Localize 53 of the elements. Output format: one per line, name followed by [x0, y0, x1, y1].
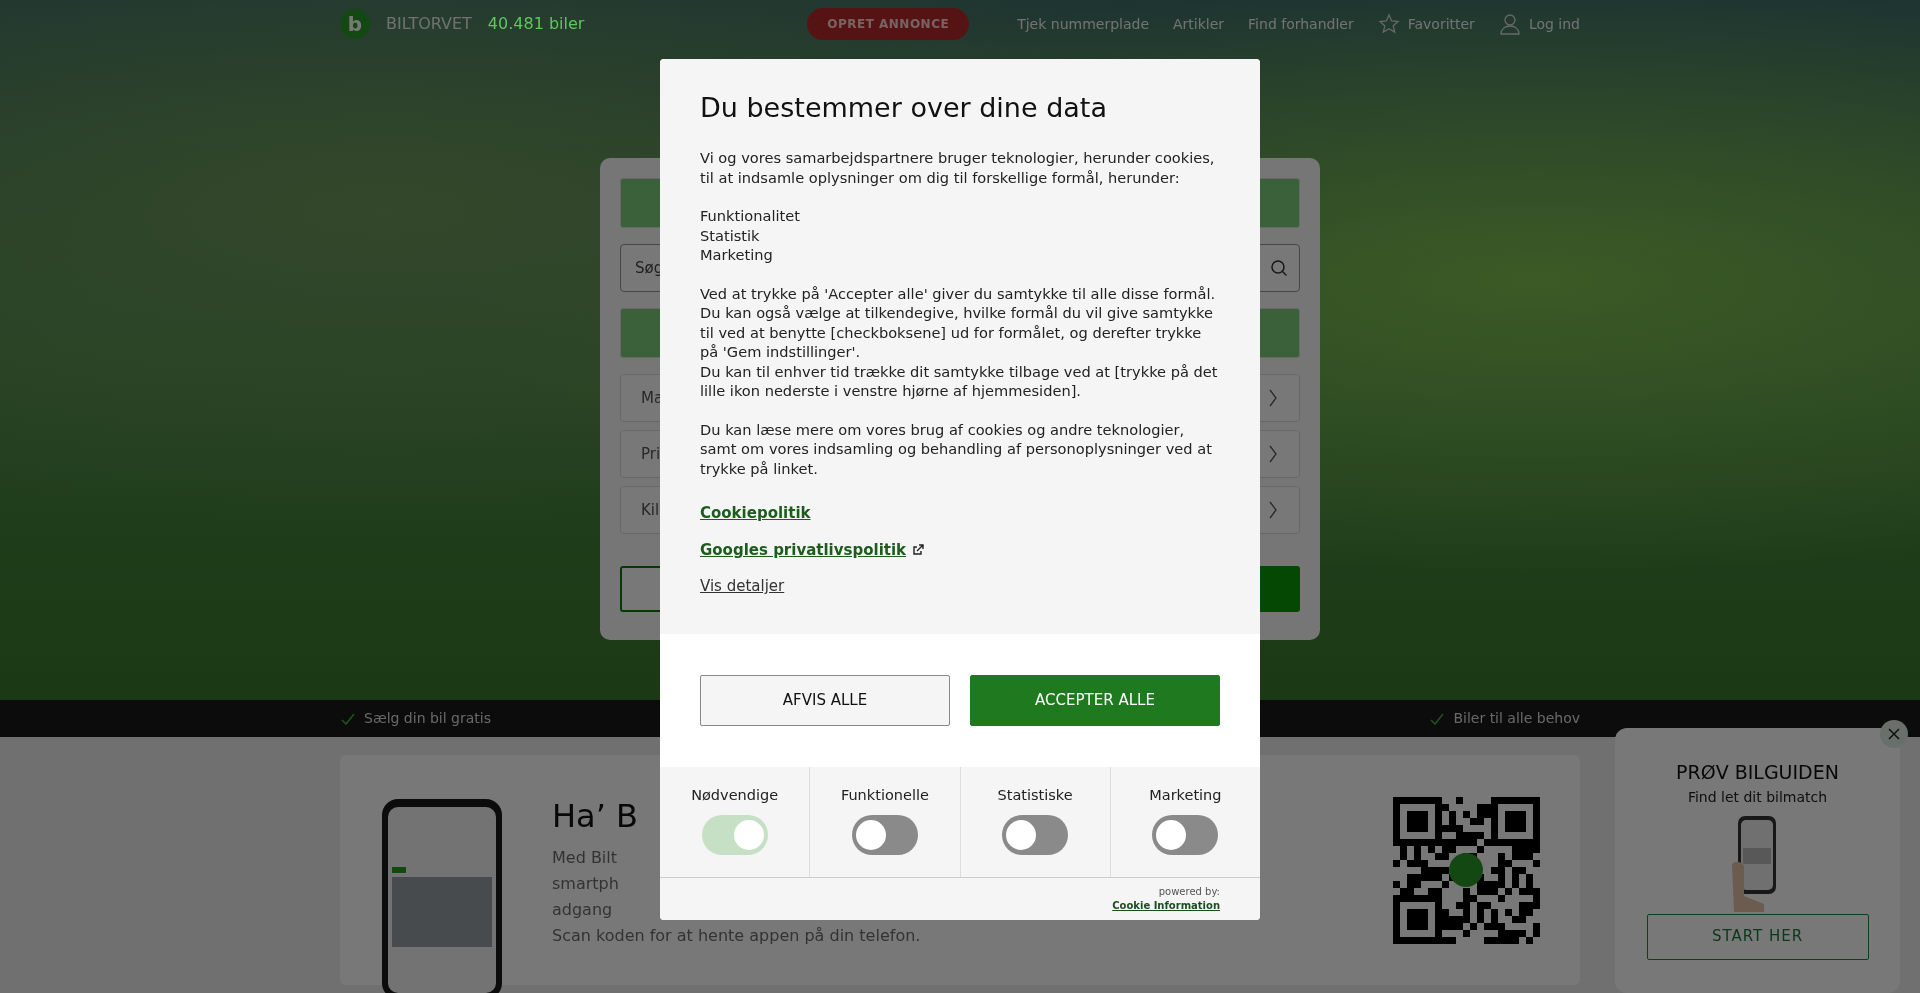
- chevron-icon: [1267, 500, 1279, 520]
- toggle-switch[interactable]: [851, 814, 918, 855]
- chevron-icon: [1267, 444, 1279, 464]
- user-icon: [1498, 13, 1521, 35]
- promo-text: smartph: [552, 873, 619, 896]
- create-listing-button[interactable]: OPRET ANNONCE: [807, 8, 970, 40]
- dialog-title: Du bestemmer over dine data: [700, 92, 1108, 125]
- dialog-text: Marketing: [700, 245, 774, 265]
- accept-all-button[interactable]: ACCEPTER ALLE: [970, 674, 1220, 726]
- start-button[interactable]: START HER: [1646, 913, 1869, 960]
- dialog-text: Ved at trykke på 'Accepter alle' giver du samtykke til alle disse formål. Du kan også vælge at tilkendegive, hvilke formål du vil give samtykke til ved at benytte [checkboksene] ud for formålet, og derefter trykke på 'Gem indstillinger'.: [700, 283, 1217, 362]
- search-icon: [1270, 259, 1288, 277]
- nav-link[interactable]: Favoritter: [1377, 13, 1475, 35]
- details-link[interactable]: Vis detaljer: [700, 575, 785, 598]
- provider-link[interactable]: Cookie Information: [1112, 899, 1220, 911]
- category-label: Marketing: [1148, 785, 1223, 805]
- check-icon: [1429, 711, 1446, 726]
- nav-link[interactable]: Find forhandler: [1248, 13, 1354, 35]
- promo-text: Med Bilt: [552, 847, 618, 870]
- toggle-switch[interactable]: [1002, 814, 1069, 855]
- usp-text: Sælg din bil gratis: [364, 709, 491, 728]
- promo-heading: Ha’ B: [552, 797, 638, 836]
- category-label: Funktionelle: [839, 785, 930, 805]
- close-icon: [1887, 727, 1901, 741]
- nav-link[interactable]: Log ind: [1498, 13, 1580, 35]
- dialog-text: Du kan læse mere om vores brug af cookies og andre teknologier, samt om vores indsamling og behandling af personoplysninger ved at trykke på linket.: [700, 419, 1213, 479]
- category-label: Statistiske: [996, 785, 1074, 805]
- powered-by-text: powered by:: [1157, 885, 1220, 898]
- policy-link[interactable]: Googles privatlivspolitik: [700, 538, 926, 562]
- reject-all-button[interactable]: AFVIS ALLE: [700, 674, 950, 726]
- dialog-text: Funktionalitet: [700, 206, 801, 226]
- external-link-icon: [911, 543, 926, 558]
- nav-link[interactable]: Artikler: [1173, 13, 1225, 35]
- dialog-text: Du kan til enhver tid trække dit samtykke tilbage ved at [trykke på det lille ikon nederste i venstre hjørne af hjemmesiden].: [700, 361, 1219, 401]
- popup-subtitle: Find let dit bilmatch: [1686, 787, 1829, 807]
- filter-label: Kil: [641, 499, 660, 521]
- promo-text: Scan koden for at hente appen på din telefon.: [552, 925, 921, 948]
- filter-label: Pri: [641, 443, 661, 465]
- usp-text: Biler til alle behov: [1453, 709, 1580, 728]
- check-icon: [340, 711, 356, 726]
- toggle-switch[interactable]: [1152, 814, 1219, 855]
- category-label: Nødvendige: [690, 785, 780, 805]
- nav-link[interactable]: Tjek nummerplade: [1017, 13, 1149, 35]
- policy-link[interactable]: Cookiepolitik: [700, 502, 811, 525]
- dialog-text: Vi og vores samarbejdspartnere bruger teknologier, herunder cookies, til at indsamle oplysninger om dig til forskellige formål, herunder:: [700, 148, 1216, 188]
- star-icon: [1377, 13, 1400, 35]
- dialog-text: Statistik: [700, 225, 761, 246]
- popup-title: PRØV BILGUIDEN: [1675, 760, 1840, 785]
- chevron-icon: [1267, 388, 1279, 408]
- car-count: 40.481 biler: [487, 13, 585, 35]
- brand-name: BILTORVET: [386, 13, 472, 35]
- logo[interactable]: b: [340, 9, 370, 39]
- promo-text: adgang: [552, 899, 613, 922]
